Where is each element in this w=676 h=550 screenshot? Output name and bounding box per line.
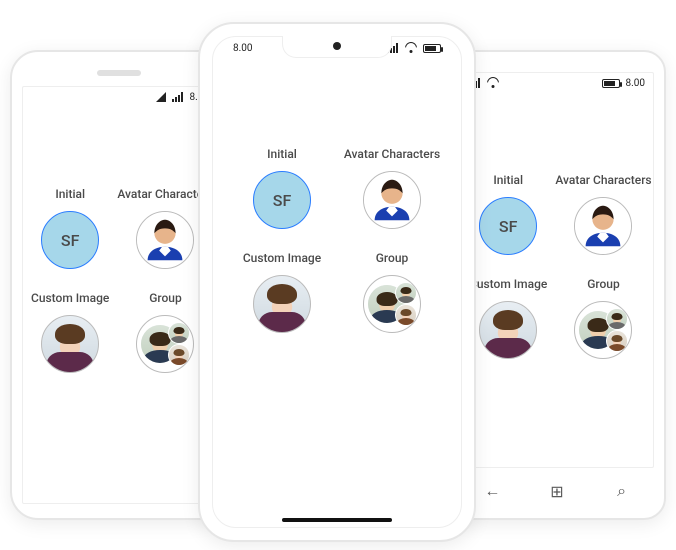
notch (282, 36, 392, 58)
status-time: 8.00 (626, 78, 646, 89)
wifi-icon (405, 43, 417, 53)
avatar-custom-image[interactable] (479, 301, 537, 359)
phone-frame-iphone: 8.00 Initial SF Avatar Characters (198, 22, 476, 542)
win-home-button[interactable]: ⊞ (542, 482, 572, 501)
signal-bars-icon (172, 92, 184, 102)
label-characters: Avatar Characters (555, 173, 651, 187)
avatar-character[interactable] (136, 211, 194, 269)
avatar-initials[interactable]: SF (253, 171, 311, 229)
status-icons-right (387, 43, 441, 53)
cell-group: Group (136, 291, 194, 373)
status-bar-windows: 8.00 (461, 73, 653, 93)
male-avatar-icon (137, 212, 193, 268)
initials-text: SF (499, 217, 518, 236)
group-member-2 (606, 308, 628, 330)
status-time-left: 8.00 (233, 43, 253, 54)
status-bar-android: 8.00 (23, 87, 215, 107)
phone-frame-windows: 8.00 Initial SF Avatar Characters (448, 50, 666, 520)
avatar-character[interactable] (363, 171, 421, 229)
avatar-grid: Initial SF Avatar Characters Custom Imag… (213, 147, 461, 333)
avatar-group[interactable] (363, 275, 421, 333)
screen-iphone: 8.00 Initial SF Avatar Characters (212, 36, 462, 528)
avatar-custom-image[interactable] (253, 275, 311, 333)
cell-group: Group (574, 277, 632, 359)
win-search-button[interactable]: ⌕ (607, 481, 637, 501)
cell-initial: Initial SF (479, 173, 537, 255)
battery-icon (602, 79, 620, 88)
label-initial: Initial (493, 173, 523, 187)
wifi-icon (487, 78, 499, 88)
avatar-custom-image[interactable] (41, 315, 99, 373)
windows-nav-bar: ← ⊞ ⌕ (460, 474, 654, 508)
avatar-grid: Initial SF Avatar Characters Custom Imag… (23, 187, 215, 373)
status-time: 8.00 (233, 43, 253, 54)
status-icons-right: 8.00 (602, 78, 646, 89)
cell-initial: Initial SF (41, 187, 99, 269)
group-member-3 (168, 344, 190, 366)
avatar-group[interactable] (136, 315, 194, 373)
cell-group: Group (363, 251, 421, 333)
label-group: Group (376, 251, 409, 265)
label-custom-image: Custom Image (243, 251, 321, 265)
group-member-3 (395, 304, 417, 326)
win-back-button[interactable]: ← (477, 481, 507, 501)
phone-frame-android: 8.00 Initial SF Avatar Characters (10, 50, 228, 520)
battery-icon (423, 44, 441, 53)
avatar-group[interactable] (574, 301, 632, 359)
avatar-initials[interactable]: SF (41, 211, 99, 269)
avatar-character[interactable] (574, 197, 632, 255)
label-custom-image: Custom Image (469, 277, 547, 291)
avatar-grid: Initial SF Avatar Characters Custom Imag… (461, 173, 653, 359)
initials-text: SF (61, 231, 80, 250)
label-group: Group (149, 291, 182, 305)
cell-characters: Avatar Characters (555, 173, 651, 255)
label-custom-image: Custom Image (31, 291, 109, 305)
cell-initial: Initial SF (253, 147, 311, 229)
label-group: Group (587, 277, 620, 291)
label-initial: Initial (55, 187, 85, 201)
avatar-initials[interactable]: SF (479, 197, 537, 255)
group-member-2 (168, 322, 190, 344)
cell-custom-image: Custom Image (243, 251, 321, 333)
home-indicator[interactable] (282, 518, 392, 522)
group-member-3 (606, 330, 628, 352)
cell-custom-image: Custom Image (469, 277, 547, 359)
label-initial: Initial (267, 147, 297, 161)
speaker-grill (97, 70, 141, 76)
group-member-2 (395, 282, 417, 304)
initials-text: SF (273, 191, 292, 210)
signal-triangle-icon (156, 92, 166, 102)
screen-windows: 8.00 Initial SF Avatar Characters (460, 72, 654, 468)
male-avatar-icon (575, 198, 631, 254)
male-avatar-icon (364, 172, 420, 228)
label-characters: Avatar Characters (344, 147, 440, 161)
cell-characters: Avatar Characters (344, 147, 440, 229)
cell-custom-image: Custom Image (31, 291, 109, 373)
screen-android: 8.00 Initial SF Avatar Characters (22, 86, 216, 504)
